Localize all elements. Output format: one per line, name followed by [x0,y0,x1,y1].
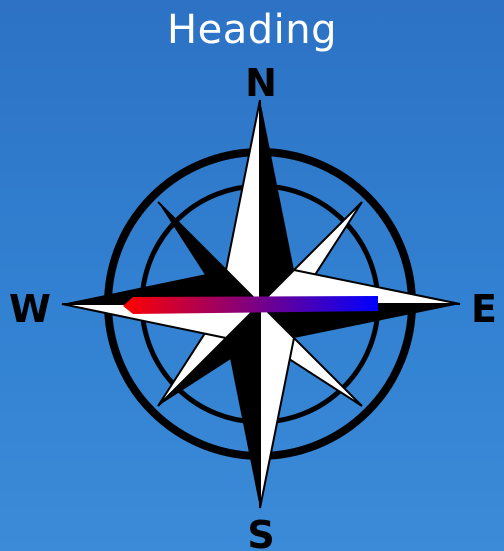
north-label: N [245,61,277,105]
heading-needle [123,296,378,314]
compass-rose: N S E W [9,61,497,551]
west-label: W [9,287,51,331]
east-label: E [471,287,497,331]
south-label: S [247,513,274,551]
